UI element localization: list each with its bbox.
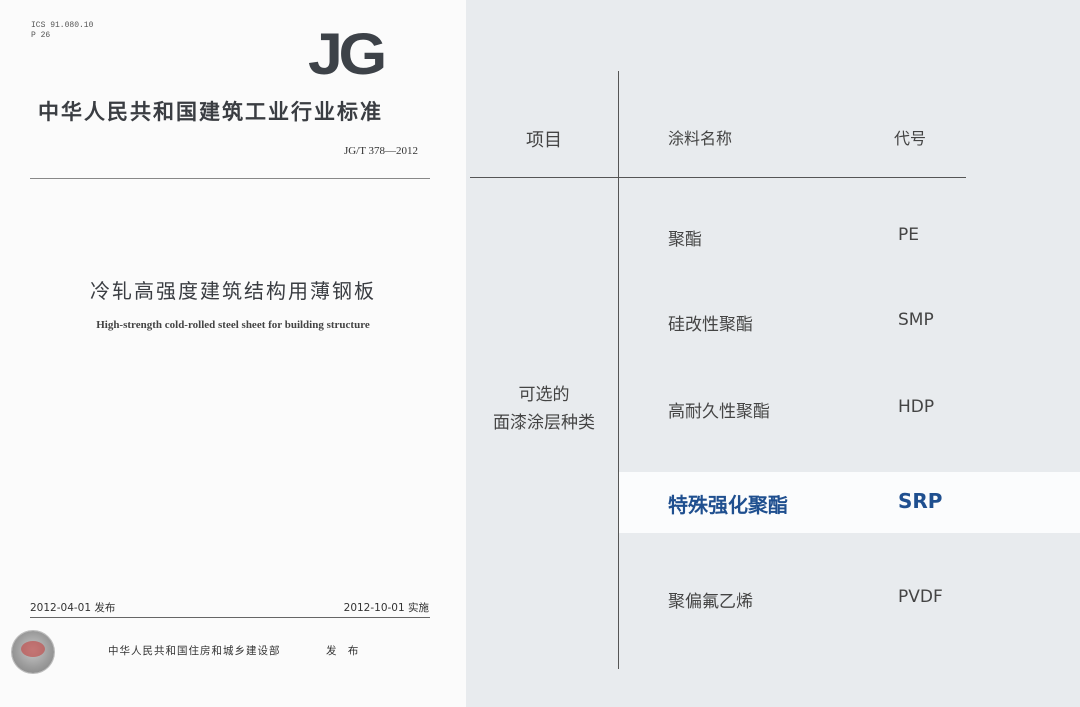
org-name: 中华人民共和国建筑工业行业标准 <box>38 100 383 124</box>
header-item: 项目 <box>526 130 562 151</box>
title-english: High-strength cold-rolled steel sheet fo… <box>96 319 370 331</box>
divider-bottom <box>30 617 430 618</box>
table-row-code: HDP <box>898 397 935 417</box>
table-row-name: 硅改性聚酯 <box>668 315 753 335</box>
publish-word: 发 布 <box>326 645 363 657</box>
row-group-label-line2: 面漆涂层种类 <box>493 413 595 433</box>
seal-icon <box>12 631 54 673</box>
table-row-name: 聚酯 <box>668 230 702 250</box>
header-coating-name: 涂料名称 <box>668 129 733 148</box>
ics-line: ICS 91.080.10 <box>31 21 94 30</box>
table-row-name-highlighted: 特殊强化聚酯 <box>668 493 788 517</box>
table-row-code: PVDF <box>898 587 943 607</box>
standard-cover: ICS 91.080.10 P 26 JG 中华人民共和国建筑工业行业标准 JG… <box>0 0 466 707</box>
header-code: 代号 <box>894 129 927 148</box>
row-group-label: 可选的 面漆涂层种类 <box>470 381 618 437</box>
table-row-name: 高耐久性聚酯 <box>668 402 770 422</box>
table-vertical-divider <box>618 71 619 669</box>
ics-classification: ICS 91.080.10 P 26 <box>31 21 93 41</box>
divider-top <box>30 178 430 179</box>
table-header-divider <box>470 177 966 178</box>
table-row-code-highlighted: SRP <box>898 489 943 513</box>
p-line: P 26 <box>31 31 51 40</box>
jg-logo: JG <box>308 22 387 87</box>
row-group-label-line1: 可选的 <box>518 385 570 405</box>
publisher-name: 中华人民共和国住房和城乡建设部 <box>108 645 281 657</box>
table-row-code: SMP <box>898 310 934 330</box>
issue-date: 2012-04-01 发布 <box>30 602 116 614</box>
standard-code: JG/T 378—2012 <box>343 145 418 157</box>
title-chinese: 冷轧高强度建筑结构用薄钢板 <box>90 279 376 303</box>
table-row-code: PE <box>898 225 919 245</box>
effective-date: 2012-10-01 实施 <box>343 602 429 614</box>
table-row-name: 聚偏氟乙烯 <box>668 592 753 612</box>
